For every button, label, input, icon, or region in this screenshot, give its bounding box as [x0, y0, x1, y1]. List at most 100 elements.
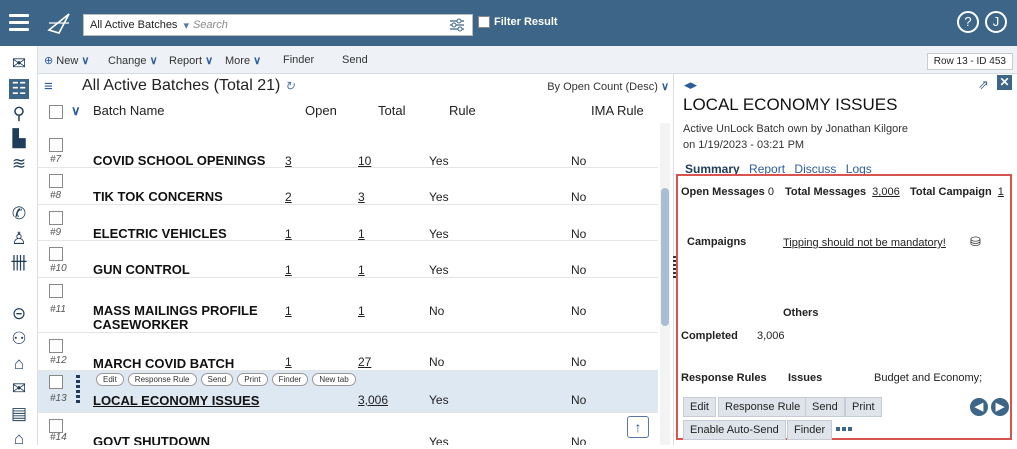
- row-finder-button[interactable]: Finder: [271, 373, 309, 386]
- expand-arrows-icon[interactable]: ◂▸: [684, 77, 697, 93]
- search-bar[interactable]: All Active Batches ▾ Search: [83, 14, 473, 36]
- send-button-detail[interactable]: Send: [805, 397, 845, 417]
- report-menu[interactable]: Report ∨: [169, 54, 213, 67]
- search-icon[interactable]: ⚲: [9, 104, 29, 124]
- edit-button[interactable]: Edit: [683, 397, 716, 417]
- document-icon[interactable]: ▤: [9, 404, 29, 424]
- total-count[interactable]: 1: [358, 304, 365, 318]
- batches-icon[interactable]: ☷: [9, 79, 29, 99]
- finder-button[interactable]: Finder: [283, 54, 314, 66]
- table-row[interactable]: #11 MASS MAILINGS PROFILE CASEWORKER 1 1…: [38, 278, 658, 333]
- chevron-down-icon[interactable]: ∨: [71, 103, 81, 119]
- row-send-button[interactable]: Send: [200, 373, 234, 386]
- bank-icon[interactable]: ⌂: [9, 354, 29, 374]
- batch-name[interactable]: MARCH COVID BATCH: [93, 357, 234, 371]
- row-checkbox[interactable]: [49, 419, 63, 433]
- batch-name[interactable]: GUN CONTROL: [93, 263, 190, 277]
- row-checkbox[interactable]: [49, 174, 63, 188]
- total-count[interactable]: 27: [358, 355, 371, 369]
- table-row-selected[interactable]: Edit Response Rule Send Print Finder New…: [38, 371, 658, 413]
- new-menu[interactable]: ⊕ New ∨: [44, 54, 89, 67]
- total-campaign-value[interactable]: 1: [998, 186, 1004, 198]
- filter-settings-icon[interactable]: [448, 16, 466, 34]
- change-menu[interactable]: Change ∨: [108, 54, 158, 67]
- table-row[interactable]: #12 MARCH COVID BATCH 1 27 No No: [38, 333, 658, 371]
- previous-icon[interactable]: ◀: [970, 398, 988, 416]
- batch-name[interactable]: MASS MAILINGS PROFILE: [93, 304, 258, 318]
- add-user-icon[interactable]: ♙: [9, 229, 29, 249]
- drag-handle[interactable]: [76, 375, 80, 405]
- tally-icon[interactable]: 卌: [9, 254, 29, 274]
- column-rule[interactable]: Rule: [449, 103, 476, 118]
- sort-dropdown[interactable]: By Open Count (Desc) ∨: [547, 80, 669, 93]
- row-checkbox[interactable]: [49, 138, 63, 152]
- filter-result-checkbox[interactable]: [478, 16, 490, 28]
- batch-name[interactable]: COVID SCHOOL OPENINGS: [93, 154, 265, 168]
- row-checkbox[interactable]: [49, 247, 63, 261]
- user-avatar[interactable]: J: [985, 11, 1007, 33]
- row-response-rule-button[interactable]: Response Rule: [127, 373, 197, 386]
- print-button[interactable]: Print: [845, 397, 882, 417]
- campaign-archive-icon[interactable]: ⛁: [970, 234, 981, 250]
- phone-icon[interactable]: ✆: [9, 204, 29, 224]
- row-checkbox[interactable]: [49, 211, 63, 225]
- building-icon[interactable]: ⌂: [9, 429, 29, 449]
- total-count[interactable]: 3: [358, 190, 365, 204]
- open-count[interactable]: 1: [285, 227, 292, 241]
- column-open[interactable]: Open: [305, 103, 337, 118]
- envelope-icon[interactable]: ✉: [9, 379, 29, 399]
- open-count[interactable]: 2: [285, 190, 292, 204]
- column-total[interactable]: Total: [378, 103, 405, 118]
- batch-name[interactable]: TIK TOK CONCERNS: [93, 190, 223, 204]
- table-row[interactable]: #7 COVID SCHOOL OPENINGS 3 10 Yes No: [38, 132, 658, 168]
- row-edit-button[interactable]: Edit: [96, 373, 124, 386]
- list-menu-icon[interactable]: ≡: [44, 78, 53, 95]
- total-count[interactable]: 10: [358, 154, 371, 168]
- open-external-icon[interactable]: ⇗: [978, 77, 989, 93]
- batch-name[interactable]: LOCAL ECONOMY ISSUES: [93, 394, 259, 408]
- send-button[interactable]: Send: [342, 54, 368, 66]
- people-icon[interactable]: ⚇: [9, 329, 29, 349]
- campaign-link[interactable]: Tipping should not be mandatory!: [783, 237, 946, 249]
- total-messages-value[interactable]: 3,006: [872, 186, 900, 198]
- list-scrollbar[interactable]: [660, 123, 670, 445]
- row-checkbox[interactable]: [49, 284, 63, 298]
- finder-button-detail[interactable]: Finder: [787, 420, 833, 440]
- more-menu[interactable]: More ∨: [225, 54, 261, 67]
- inbox-icon[interactable]: ⊝: [9, 304, 29, 324]
- total-count[interactable]: 1: [358, 263, 365, 277]
- column-ima-rule[interactable]: IMA Rule: [591, 103, 644, 118]
- chart-icon[interactable]: ▙: [9, 129, 29, 149]
- table-row[interactable]: #10 GUN CONTROL 1 1 Yes No: [38, 241, 658, 278]
- row-checkbox[interactable]: [49, 375, 63, 389]
- row-new-tab-button[interactable]: New tab: [312, 373, 356, 386]
- next-icon[interactable]: ▶: [991, 398, 1009, 416]
- mail-icon[interactable]: ✉: [9, 54, 29, 74]
- column-batch-name[interactable]: Batch Name: [93, 103, 165, 118]
- search-scope[interactable]: All Active Batches: [90, 19, 177, 31]
- row-checkbox[interactable]: [49, 339, 63, 353]
- response-rule-button[interactable]: Response Rule: [718, 397, 808, 417]
- enable-auto-send-button[interactable]: Enable Auto-Send: [683, 420, 786, 440]
- open-count[interactable]: 1: [285, 304, 292, 318]
- refresh-icon[interactable]: ↻: [285, 79, 295, 93]
- batch-name-line2[interactable]: CASEWORKER: [93, 318, 188, 332]
- batch-name[interactable]: ELECTRIC VEHICLES: [93, 227, 227, 241]
- open-count[interactable]: 1: [285, 355, 292, 369]
- close-icon[interactable]: ✕: [997, 75, 1012, 90]
- chevron-down-icon[interactable]: ▾: [183, 19, 189, 32]
- more-options-icon[interactable]: [836, 427, 854, 431]
- open-count[interactable]: 1: [285, 263, 292, 277]
- table-row[interactable]: #8 TIK TOK CONCERNS 2 3 Yes No: [38, 168, 658, 205]
- filter-result-toggle[interactable]: Filter Result: [478, 16, 558, 28]
- total-count[interactable]: 3,006: [358, 393, 388, 407]
- total-count[interactable]: 1: [358, 227, 365, 241]
- scroll-thumb[interactable]: [661, 188, 669, 326]
- layers-icon[interactable]: ≋: [9, 154, 29, 174]
- scroll-to-top-icon[interactable]: ↑: [627, 416, 649, 438]
- batch-name[interactable]: GOVT SHUTDOWN: [93, 435, 210, 446]
- table-row[interactable]: #14 GOVT SHUTDOWN Yes No: [38, 413, 658, 445]
- menu-icon[interactable]: [9, 10, 29, 36]
- open-count[interactable]: 3: [285, 154, 292, 168]
- select-all-checkbox[interactable]: [49, 105, 63, 119]
